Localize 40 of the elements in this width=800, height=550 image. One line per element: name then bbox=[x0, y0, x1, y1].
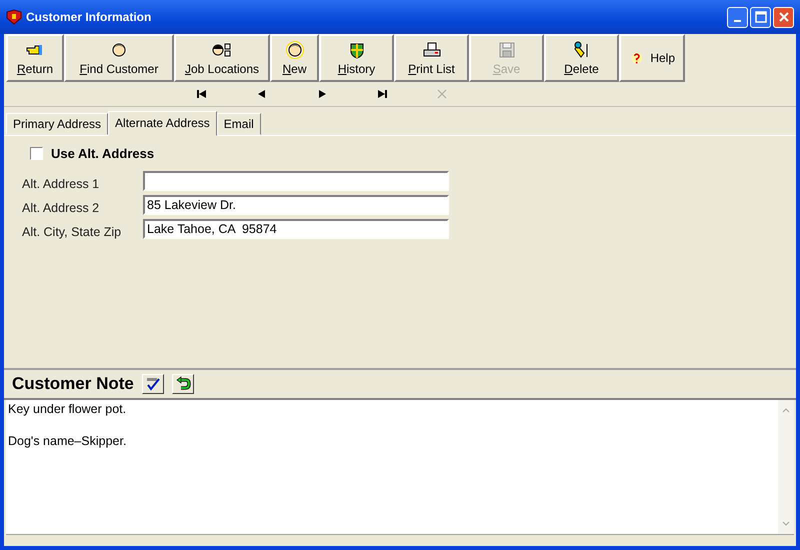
toolbar-button[interactable]: Delete bbox=[544, 34, 619, 82]
maximize-button[interactable] bbox=[750, 6, 771, 28]
spell-check-button[interactable] bbox=[142, 374, 164, 394]
section-title: Customer Note bbox=[12, 374, 134, 394]
toolbar-button[interactable]: New bbox=[270, 34, 319, 82]
input-field[interactable]: Lake Tahoe, CA 95874 bbox=[143, 219, 449, 239]
toolbar-button[interactable]: Job Locations bbox=[174, 34, 270, 82]
window-title: Customer Information bbox=[26, 10, 152, 24]
field-label: Alt. City, State Zip bbox=[22, 224, 122, 239]
app-icon bbox=[6, 9, 22, 25]
checkbox-label: Use Alt. Address bbox=[51, 146, 154, 161]
close-icon bbox=[436, 89, 448, 99]
input-field[interactable] bbox=[143, 171, 449, 191]
left-arrow-icon bbox=[256, 89, 268, 99]
note-area[interactable]: Key under flower pot. Dog's name–Skipper. bbox=[6, 400, 794, 535]
skip-back-icon bbox=[196, 89, 208, 99]
undo-button[interactable] bbox=[172, 374, 194, 394]
toolbar-button[interactable]: Help bbox=[619, 34, 685, 82]
tab[interactable]: Primary Address bbox=[6, 113, 108, 135]
toolbar-button[interactable]: History bbox=[319, 34, 394, 82]
input-field[interactable]: 85 Lakeview Dr. bbox=[143, 195, 449, 215]
maximize-icon bbox=[754, 11, 766, 23]
tab[interactable]: Email bbox=[216, 113, 261, 135]
printer-icon bbox=[422, 40, 442, 58]
field-label: Alt. Address 2 bbox=[22, 200, 100, 215]
field-label: Alt. Address 1 bbox=[22, 176, 100, 191]
note-text: Dog's name–Skipper. bbox=[8, 434, 126, 448]
skip-forward-icon bbox=[376, 89, 388, 99]
minimize-button[interactable] bbox=[727, 6, 748, 28]
tab[interactable]: Alternate Address bbox=[108, 111, 217, 136]
minimize-icon bbox=[734, 20, 741, 22]
close-button[interactable] bbox=[773, 6, 794, 28]
note-text: Key under flower pot. bbox=[8, 402, 126, 416]
toolbar-button[interactable]: Return bbox=[6, 34, 64, 82]
close-icon bbox=[778, 11, 790, 23]
checkbox[interactable] bbox=[30, 147, 43, 160]
person-icon bbox=[284, 40, 304, 58]
toolbar-button[interactable]: Find Customer bbox=[64, 34, 174, 82]
right-arrow-icon bbox=[316, 89, 328, 99]
toolbar-button[interactable]: Print List bbox=[394, 34, 469, 82]
